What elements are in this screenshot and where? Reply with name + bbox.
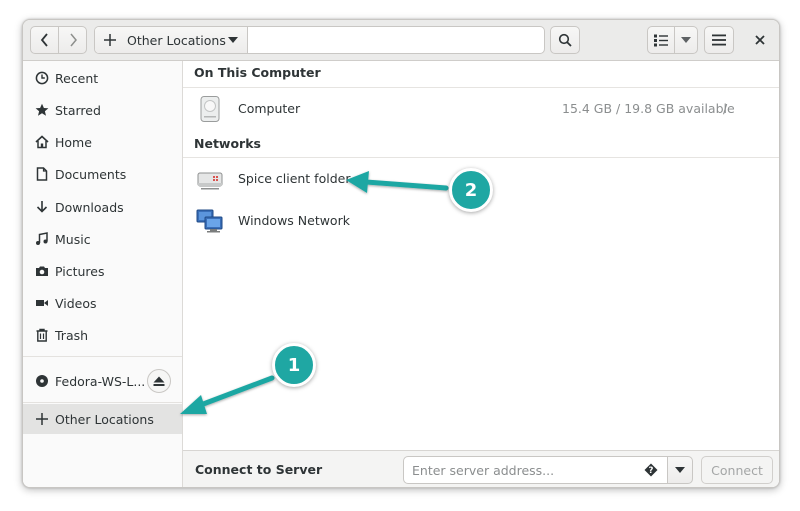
file-manager-window: Other Locations Recent Starred Home Docu… — [22, 19, 780, 488]
sidebar-item-label: Home — [55, 134, 92, 150]
download-icon — [36, 201, 48, 213]
sidebar-item-label: Downloads — [55, 199, 124, 215]
sidebar-item-label: Trash — [55, 327, 89, 343]
clock-icon — [35, 71, 49, 85]
trash-icon — [36, 328, 48, 342]
sidebar-item-label: Documents — [55, 166, 127, 182]
location-row-computer[interactable]: Computer 15.4 GB / 19.8 GB available / — [183, 91, 779, 127]
camera-icon — [36, 266, 48, 276]
sidebar-item-label: Fedora-WS-L... — [55, 373, 146, 389]
location-row-label: Computer — [238, 101, 301, 116]
forward-button[interactable] — [58, 26, 87, 54]
sidebar-item-label: Pictures — [55, 263, 105, 279]
path-crumb-other-locations[interactable]: Other Locations — [95, 27, 248, 53]
location-row-label: Windows Network — [238, 213, 350, 228]
sidebar-item-starred[interactable]: Starred — [23, 95, 182, 125]
server-address-input[interactable] — [403, 456, 668, 484]
network-workgroup-icon — [196, 209, 223, 233]
section-heading-networks: Networks — [194, 136, 261, 151]
eject-icon — [153, 376, 165, 386]
list-view-icon — [654, 34, 668, 46]
plus-icon — [36, 413, 48, 425]
hamburger-menu-icon — [712, 34, 726, 46]
main-menu-button[interactable] — [704, 26, 734, 54]
home-icon — [35, 135, 49, 149]
disc-icon — [36, 375, 48, 387]
sidebar-item-downloads[interactable]: Downloads — [23, 192, 182, 222]
search-icon — [558, 33, 572, 47]
sidebar: Recent Starred Home Documents Downloads … — [23, 61, 183, 487]
caret-down-icon — [675, 467, 685, 473]
main-content: On This Computer Computer 15.4 GB / 19.8… — [183, 61, 779, 487]
header-bar: Other Locations — [23, 20, 779, 61]
sidebar-item-home[interactable]: Home — [23, 127, 182, 157]
document-icon — [36, 167, 48, 181]
sidebar-item-label: Other Locations — [55, 411, 154, 427]
sidebar-item-label: Starred — [55, 102, 101, 118]
sidebar-item-recent[interactable]: Recent — [23, 63, 182, 93]
back-button[interactable] — [30, 26, 59, 54]
star-icon — [35, 103, 49, 116]
chevron-right-icon — [69, 33, 77, 47]
sidebar-item-trash[interactable]: Trash — [23, 320, 182, 350]
sidebar-item-documents[interactable]: Documents — [23, 159, 182, 189]
path-crumb-label: Other Locations — [127, 32, 226, 48]
hard-disk-icon — [200, 96, 220, 122]
network-drive-icon — [197, 172, 223, 190]
chevron-left-icon — [40, 33, 48, 47]
sidebar-item-other-locations[interactable]: Other Locations — [23, 404, 182, 434]
sidebar-item-label: Music — [55, 231, 91, 247]
section-heading-on-this-computer: On This Computer — [194, 65, 321, 80]
annotation-badge-1: 1 — [272, 343, 316, 387]
disk-usage-text: 15.4 GB / 19.8 GB available — [562, 101, 735, 116]
path-bar[interactable]: Other Locations — [94, 26, 545, 54]
mount-path-text: / — [723, 101, 728, 116]
sidebar-item-label: Recent — [55, 70, 99, 86]
connect-to-server-bar: Connect to Server ? Connect — [183, 450, 779, 487]
search-button[interactable] — [550, 26, 580, 54]
sidebar-item-device[interactable]: Fedora-WS-L... — [23, 366, 182, 396]
section-divider — [183, 157, 779, 158]
sidebar-item-videos[interactable]: Videos — [23, 288, 182, 318]
section-divider — [183, 87, 779, 88]
recent-servers-dropdown[interactable] — [667, 456, 693, 484]
caret-down-icon — [681, 37, 691, 43]
caret-down-icon — [228, 37, 238, 43]
sidebar-separator — [23, 402, 182, 403]
list-view-button[interactable] — [647, 26, 675, 54]
eject-button[interactable] — [147, 369, 171, 393]
sidebar-separator — [23, 356, 182, 357]
sidebar-item-label: Videos — [55, 295, 97, 311]
sidebar-item-pictures[interactable]: Pictures — [23, 256, 182, 286]
location-row-label: Spice client folder — [238, 171, 351, 186]
annotation-badge-2: 2 — [449, 168, 493, 212]
plus-icon — [104, 34, 116, 46]
video-icon — [36, 300, 48, 306]
close-icon — [755, 35, 765, 45]
svg-text:?: ? — [649, 466, 654, 476]
connect-to-server-label: Connect to Server — [195, 462, 323, 477]
view-options-dropdown[interactable] — [674, 26, 698, 54]
music-icon — [36, 232, 48, 245]
connect-button[interactable]: Connect — [701, 456, 773, 484]
close-button[interactable] — [747, 26, 773, 54]
help-icon[interactable]: ? — [644, 463, 658, 477]
sidebar-item-music[interactable]: Music — [23, 224, 182, 254]
